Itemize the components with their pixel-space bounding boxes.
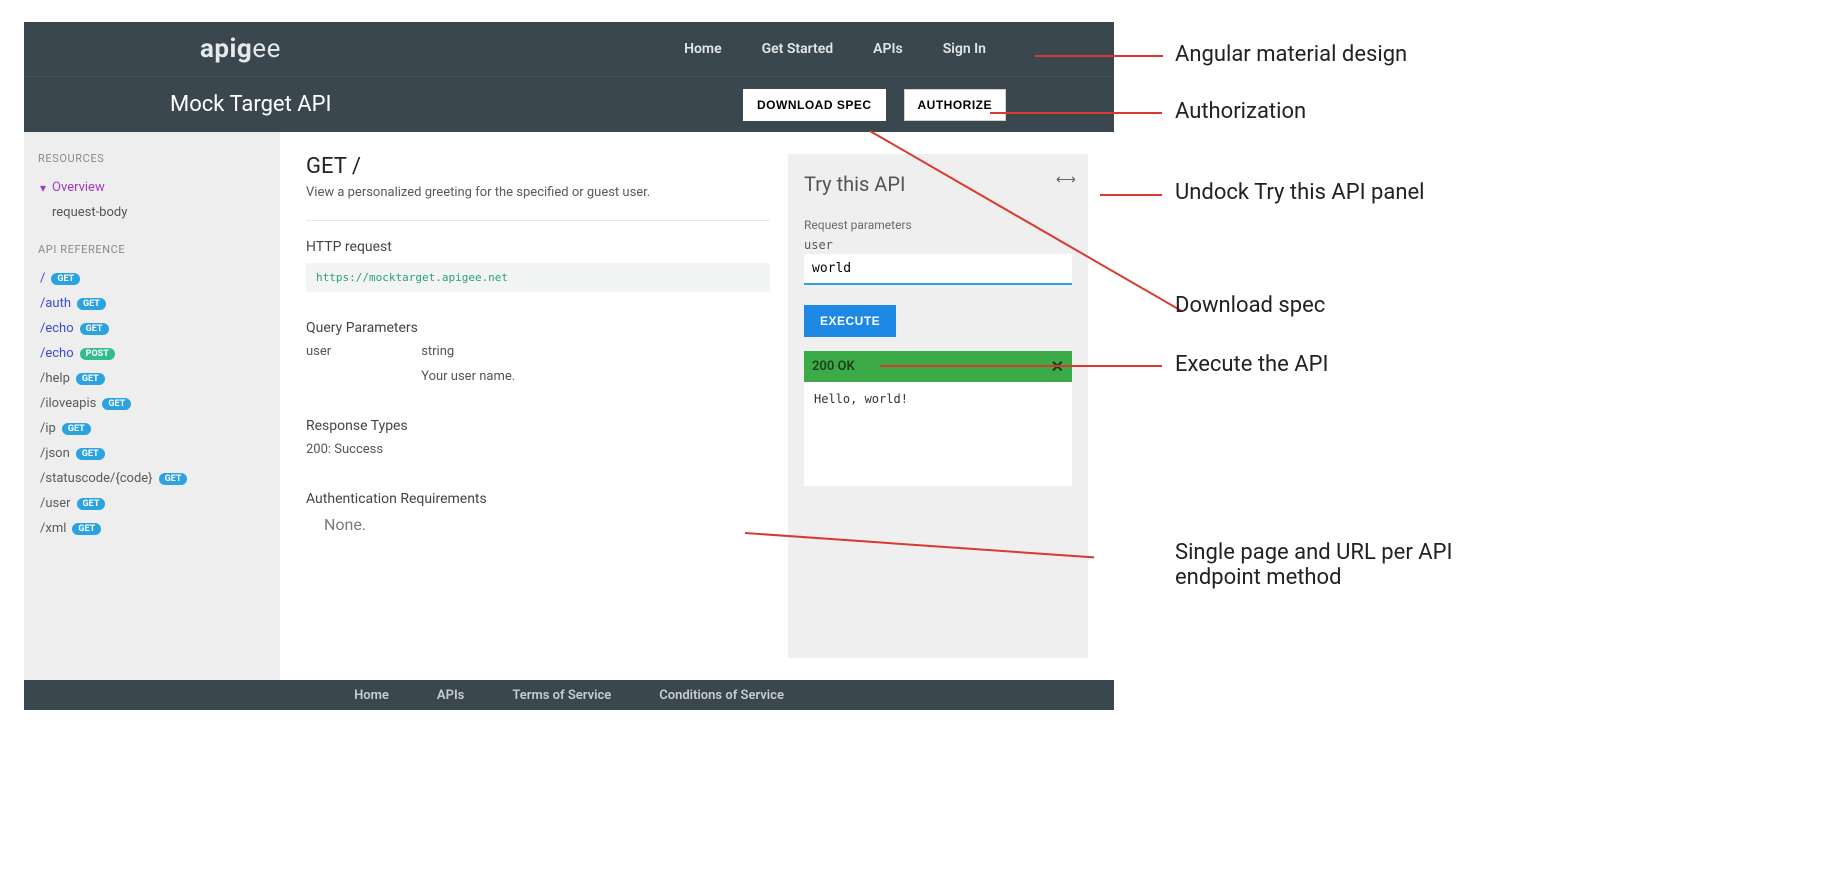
chevron-down-icon: ▾ [40, 181, 46, 195]
qp-type: string [421, 344, 515, 359]
sidebar-item-root[interactable]: / GET [38, 266, 266, 291]
sidebar-item-json[interactable]: /json GET [38, 441, 266, 466]
try-api-title: Try this API [804, 172, 1072, 196]
method-badge-get: GET [76, 373, 105, 385]
query-params-table: user string Your user name. [306, 344, 770, 384]
response-200: 200: Success [306, 442, 770, 457]
sidebar-item-auth[interactable]: /auth GET [38, 291, 266, 316]
sidebar-item-path: /ip [40, 421, 56, 436]
section-response-types: Response Types [306, 418, 770, 434]
section-http-request: HTTP request [306, 239, 770, 255]
sidebar-item-user[interactable]: /user GET [38, 491, 266, 516]
method-badge-get: GET [76, 448, 105, 460]
authorize-button[interactable]: AUTHORIZE [904, 89, 1007, 121]
sidebar-item-ip[interactable]: /ip GET [38, 416, 266, 441]
callout-execute: Execute the API [1175, 352, 1328, 377]
sidebar-heading-resources: RESOURCES [38, 152, 266, 165]
undock-icon[interactable]: ⟷ [1056, 172, 1076, 188]
http-request-url: https://mocktarget.apigee.net [306, 263, 770, 292]
sidebar-item-path: /xml [40, 521, 66, 536]
method-badge-post: POST [80, 348, 115, 360]
sidebar-item-echo-get[interactable]: /echo GET [38, 316, 266, 341]
footer-apis[interactable]: APIs [437, 688, 464, 703]
sidebar-item-path: /user [40, 496, 71, 511]
method-badge-get: GET [51, 273, 80, 285]
method-badge-get: GET [159, 473, 188, 485]
callout-download-spec: Download spec [1175, 293, 1325, 318]
callout-single-page: Single page and URL per API endpoint met… [1175, 540, 1475, 590]
sidebar-item-statuscode[interactable]: /statuscode/{code} GET [38, 466, 266, 491]
sidebar-item-iloveapis[interactable]: /iloveapis GET [38, 391, 266, 416]
method-badge-get: GET [77, 498, 106, 510]
nav-sign-in[interactable]: Sign In [943, 41, 986, 57]
footer-cos[interactable]: Conditions of Service [659, 688, 784, 703]
qp-name: user [306, 344, 331, 359]
sidebar-item-path: /echo [40, 321, 74, 336]
sidebar-item-help[interactable]: /help GET [38, 366, 266, 391]
footer-tos[interactable]: Terms of Service [512, 688, 611, 703]
auth-none: None. [306, 515, 770, 534]
annotation-line [1100, 194, 1162, 196]
sidebar-item-echo-post[interactable]: /echo POST [38, 341, 266, 366]
method-badge-get: GET [72, 523, 101, 535]
qp-desc: Your user name. [421, 369, 515, 384]
body: RESOURCES ▾ Overview request-body API RE… [24, 132, 1114, 680]
sidebar-item-label: Overview [52, 180, 105, 195]
subheader: Mock Target API DOWNLOAD SPEC AUTHORIZE [24, 76, 1114, 132]
doc: GET / View a personalized greeting for t… [306, 154, 788, 658]
endpoint-desc: View a personalized greeting for the spe… [306, 185, 770, 200]
main: GET / View a personalized greeting for t… [280, 132, 1114, 680]
method-badge-get: GET [77, 298, 106, 310]
divider [306, 220, 770, 221]
sidebar-item-path: /auth [40, 296, 71, 311]
method-badge-get: GET [80, 323, 109, 335]
sidebar-item-path: /echo [40, 346, 74, 361]
sidebar-item-path: /json [40, 446, 70, 461]
section-query-params: Query Parameters [306, 320, 770, 336]
brand-logo: apigee [200, 34, 281, 64]
topbar: apigee Home Get Started APIs Sign In [24, 22, 1114, 76]
field-label-user: user [804, 238, 1072, 252]
page-title: Mock Target API [170, 92, 331, 117]
brand-part1: apig [200, 34, 252, 64]
method-badge-get: GET [62, 423, 91, 435]
close-icon[interactable]: ✕ [1051, 357, 1064, 376]
status-bar: 200 OK ✕ [804, 351, 1072, 382]
sidebar-item-xml[interactable]: /xml GET [38, 516, 266, 541]
nav-home[interactable]: Home [684, 41, 722, 57]
section-auth-req: Authentication Requirements [306, 491, 770, 507]
user-input[interactable] [804, 254, 1072, 285]
sidebar-item-path: /statuscode/{code} [40, 471, 153, 486]
method-badge-get: GET [102, 398, 131, 410]
footer-home[interactable]: Home [354, 688, 389, 703]
sidebar-item-overview[interactable]: ▾ Overview [38, 175, 266, 200]
sidebar-heading-api-ref: API REFERENCE [38, 243, 266, 256]
sidebar-item-path: / [40, 271, 45, 286]
sidebar: RESOURCES ▾ Overview request-body API RE… [24, 132, 280, 680]
status-text: 200 OK [812, 359, 855, 374]
download-spec-button[interactable]: DOWNLOAD SPEC [743, 89, 886, 121]
nav-get-started[interactable]: Get Started [762, 41, 834, 57]
response-body: Hello, world! [804, 382, 1072, 486]
annotation-line [880, 365, 1162, 367]
sidebar-item-path: /iloveapis [40, 396, 96, 411]
sidebar-item-request-body[interactable]: request-body [38, 200, 266, 225]
brand-part2: ee [252, 34, 281, 64]
execute-button[interactable]: EXECUTE [804, 305, 896, 337]
sidebar-item-path: /help [40, 371, 70, 386]
endpoint-title: GET / [306, 154, 770, 179]
footer: Home APIs Terms of Service Conditions of… [24, 680, 1114, 710]
nav-apis[interactable]: APIs [873, 41, 903, 57]
annotation-line [1035, 55, 1163, 57]
callout-material-design: Angular material design [1175, 42, 1407, 67]
sidebar-item-label: request-body [52, 205, 127, 220]
callout-undock: Undock Try this API panel [1175, 180, 1435, 205]
callout-authorization: Authorization [1175, 99, 1306, 124]
annotation-line [990, 112, 1162, 114]
